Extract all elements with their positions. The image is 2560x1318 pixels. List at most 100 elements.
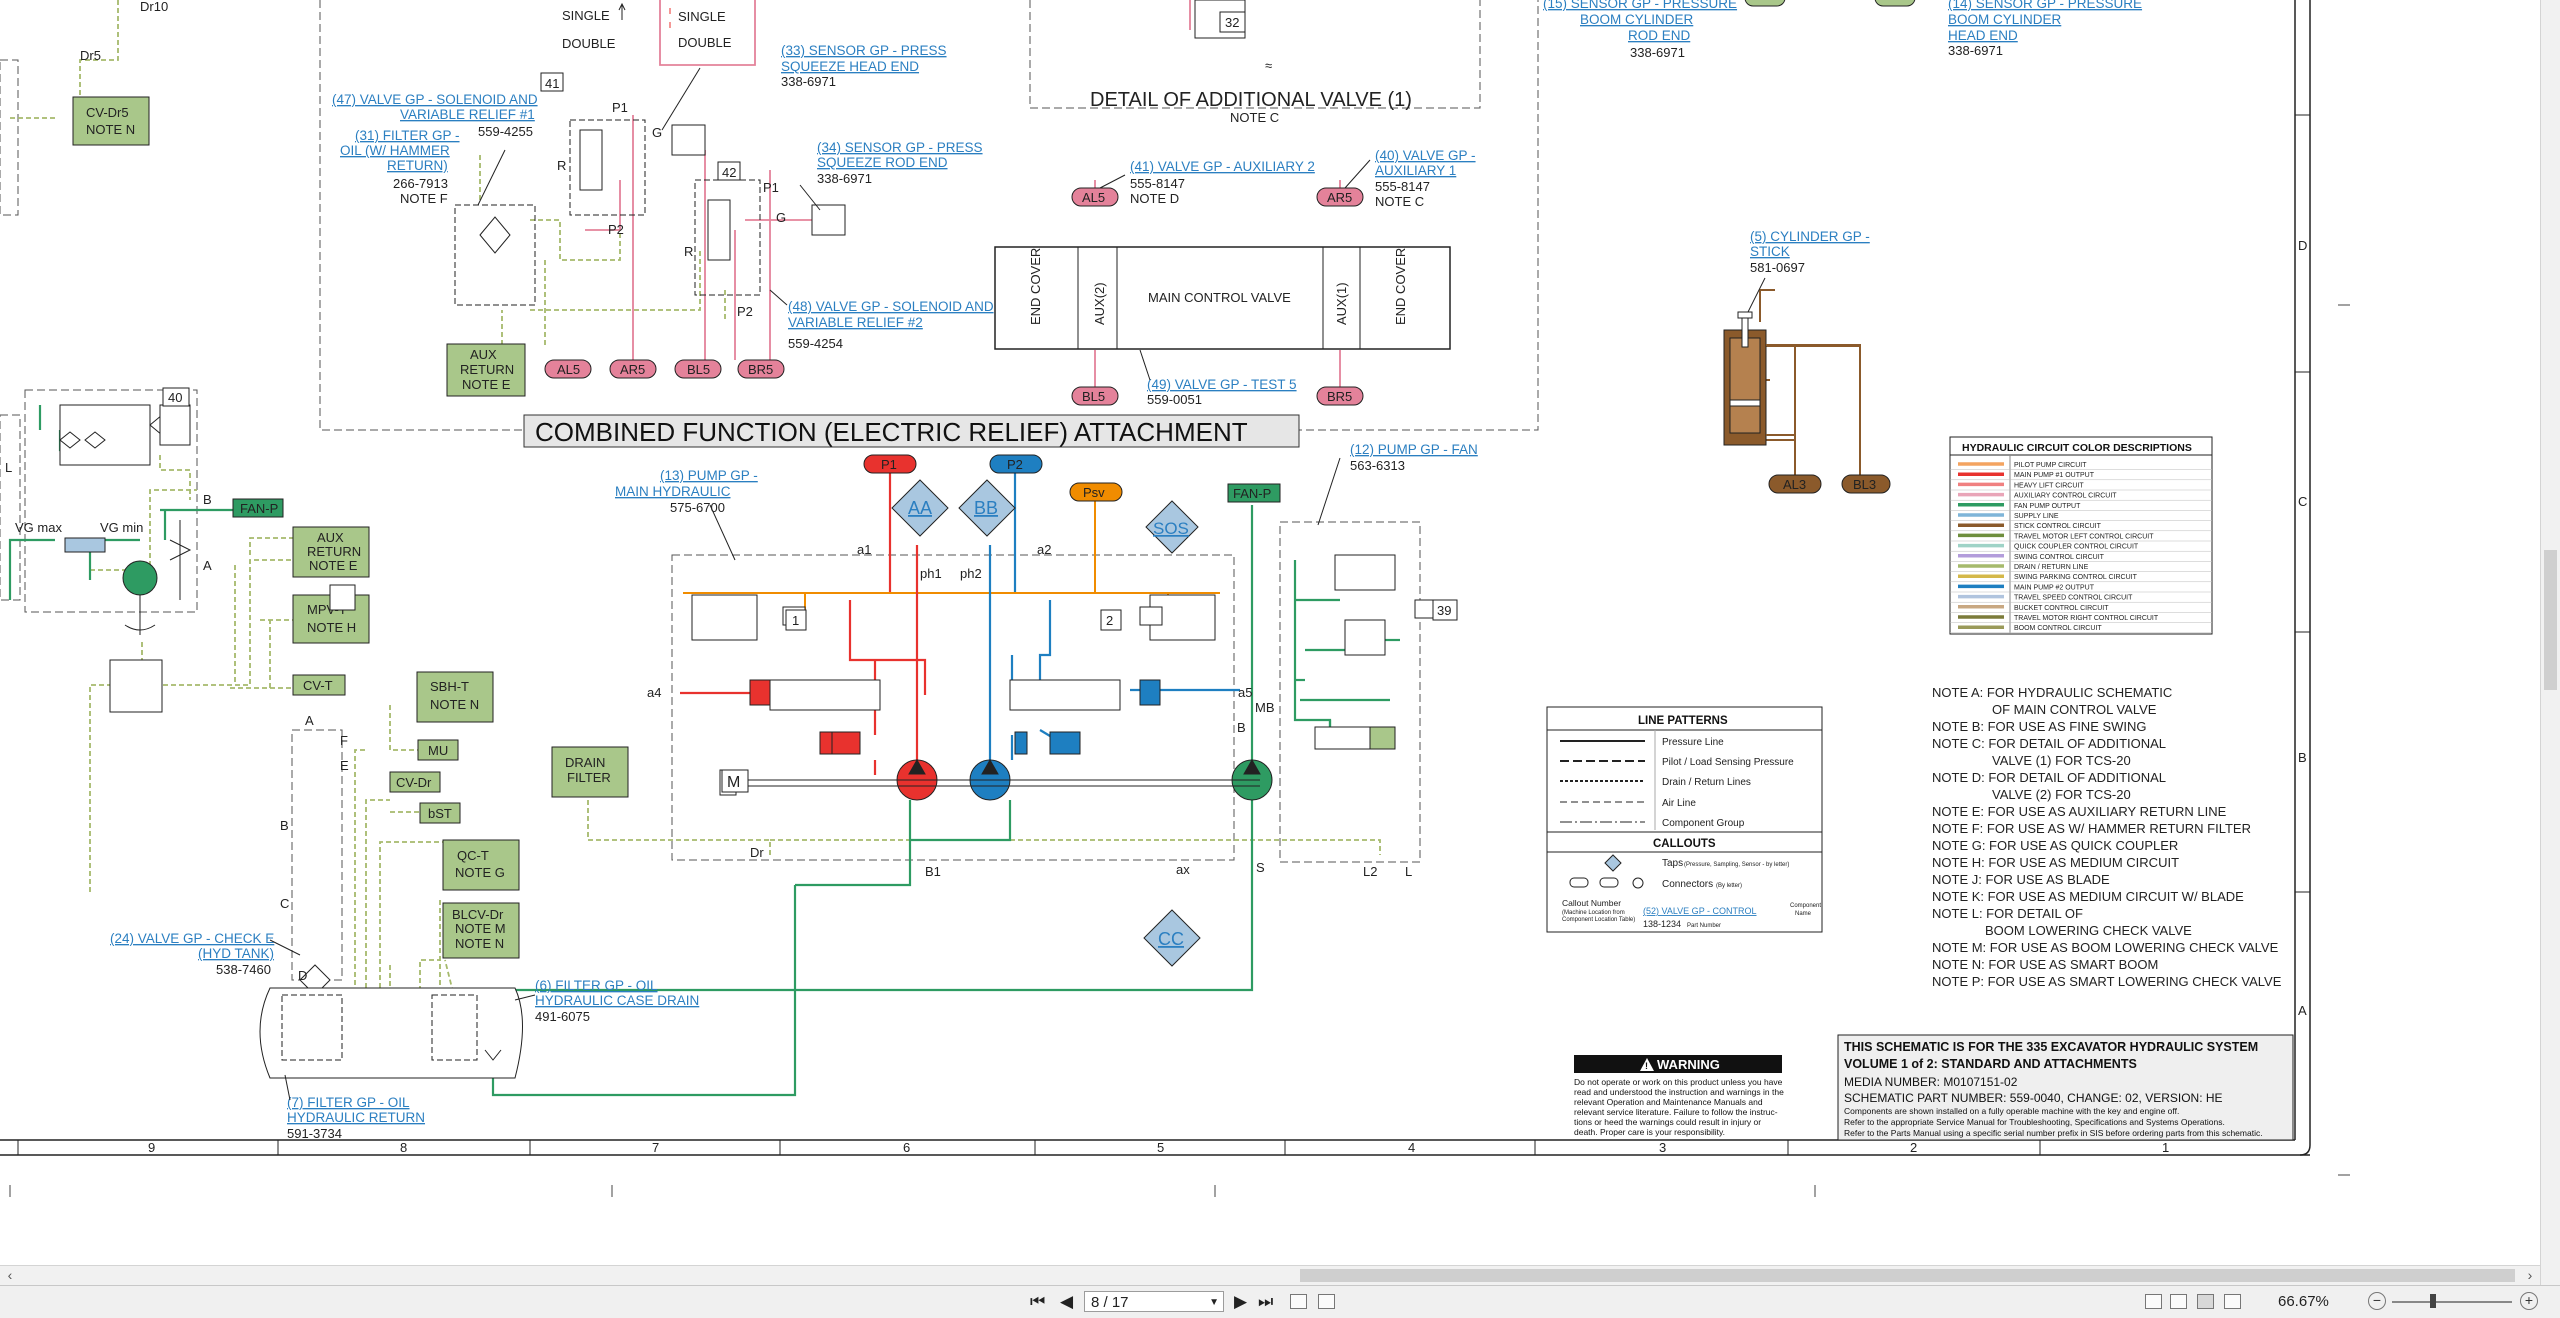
- svg-text:SQUEEZE HEAD END[interactable]: SQUEEZE HEAD END: [781, 59, 919, 74]
- svg-text:BOOM CYLINDER[interactable]: BOOM CYLINDER: [1580, 12, 1694, 27]
- callout-24[interactable]: (24) VALVE GP - CHECK E: [110, 931, 274, 946]
- svg-text:RETURN)[interactable]: RETURN): [387, 158, 448, 173]
- color-legend-label: MAIN PUMP #1 OUTPUT: [2014, 472, 2095, 479]
- svg-text:B: B: [280, 818, 289, 833]
- svg-text:538-7460: 538-7460: [216, 962, 271, 977]
- zoom-slider[interactable]: [2392, 1301, 2512, 1303]
- vertical-scroll-thumb[interactable]: [2544, 550, 2557, 690]
- svg-text:Components are shown installed: Components are shown installed on a full…: [1844, 1106, 2179, 1116]
- horizontal-scrollbar[interactable]: ‹ ›: [0, 1265, 2540, 1286]
- svg-text:VARIABLE RELIEF #2[interactable]: VARIABLE RELIEF #2: [788, 315, 923, 330]
- continuous-view-icon[interactable]: [2170, 1294, 2187, 1309]
- svg-text:C: C: [280, 896, 289, 911]
- component-group-frames: [0, 0, 1539, 981]
- svg-text:HYDRAULIC RETURN[interactable]: HYDRAULIC RETURN: [287, 1110, 425, 1125]
- end-cover-right: END COVER: [1393, 248, 1408, 325]
- grid-col-label: 6: [903, 1140, 910, 1155]
- grid-col-label: 1: [2162, 1140, 2169, 1155]
- svg-text:AUXILIARY 1[interactable]: AUXILIARY 1: [1375, 163, 1456, 178]
- svg-text:NOTE N: NOTE N: [455, 936, 504, 951]
- svg-text:555-8147: 555-8147: [1375, 179, 1430, 194]
- warning-title: WARNING: [1657, 1057, 1720, 1072]
- box-cv-t: CV-T: [303, 678, 333, 693]
- zoom-out-icon[interactable]: −: [2368, 1292, 2386, 1310]
- svg-text:Connectors: Connectors: [1662, 879, 1713, 890]
- single-page-view-icon[interactable]: [2145, 1294, 2162, 1309]
- svg-text:NOTE A: FOR HYDRAULIC SCHEMATI: NOTE A: FOR HYDRAULIC SCHEMATIC: [1932, 685, 2172, 700]
- svg-text:OIL (W/ HAMMER[interactable]: OIL (W/ HAMMER: [340, 143, 450, 158]
- rotate-view-icon[interactable]: [1290, 1294, 1307, 1309]
- next-page-icon[interactable]: ▶: [1234, 1292, 1247, 1312]
- callout-14[interactable]: (14) SENSOR GP - PRESSURE: [1948, 0, 2142, 11]
- horizontal-scroll-thumb[interactable]: [1300, 1269, 2515, 1282]
- callout-48[interactable]: (48) VALVE GP - SOLENOID AND: [788, 299, 994, 314]
- svg-text:VARIABLE RELIEF #1[interactable]: VARIABLE RELIEF #1: [400, 107, 535, 122]
- svg-text:RETURN: RETURN: [307, 544, 361, 559]
- svg-text:relevant service literature. F: relevant service literature. Failure to …: [1574, 1107, 1778, 1117]
- callout-6[interactable]: (6) FILTER GP - OIL: [535, 978, 658, 993]
- svg-text:HYDRAULIC CASE DRAIN[interactable]: HYDRAULIC CASE DRAIN: [535, 993, 699, 1008]
- callout-34[interactable]: (34) SENSOR GP - PRESS: [817, 140, 983, 155]
- facing-pages-view-icon[interactable]: [2197, 1294, 2214, 1309]
- svg-text:Component Group: Component Group: [1662, 818, 1745, 829]
- svg-text:STICK[interactable]: STICK: [1750, 244, 1790, 259]
- svg-text:MAIN HYDRAULIC[interactable]: MAIN HYDRAULIC: [615, 484, 731, 499]
- svg-text:LINE PATTERNS: LINE PATTERNS: [1638, 715, 1728, 727]
- component-number-1: 1: [792, 613, 799, 628]
- svg-text:OF MAIN CONTROL VALVE: OF MAIN CONTROL VALVE: [1992, 702, 2157, 717]
- port-br5: BR5: [1327, 389, 1352, 404]
- svg-text:NOTE L: FOR DETAIL OF: NOTE L: FOR DETAIL OF: [1932, 906, 2083, 921]
- callout-47[interactable]: (47) VALVE GP - SOLENOID AND: [332, 92, 538, 107]
- svg-text:(HYD TANK)[interactable]: (HYD TANK): [198, 946, 274, 961]
- detail-title: DETAIL OF ADDITIONAL VALVE (1): [1090, 89, 1412, 111]
- color-legend-label: SUPPLY LINE: [2014, 513, 2059, 520]
- box-mu: MU: [428, 743, 448, 758]
- grid-col-label: 4: [1408, 1140, 1415, 1155]
- callout-49[interactable]: (49) VALVE GP - TEST 5: [1147, 377, 1297, 392]
- svg-text:SQUEEZE ROD END[interactable]: SQUEEZE ROD END: [817, 155, 948, 170]
- hydraulic-tank: [259, 987, 523, 1079]
- previous-page-icon[interactable]: ◀: [1060, 1292, 1073, 1312]
- last-page-icon[interactable]: ⏭: [1258, 1292, 1273, 1312]
- first-page-icon[interactable]: ⏮: [1030, 1292, 1045, 1312]
- box-aux-return-2: AUX: [317, 530, 344, 545]
- zoom-slider-thumb[interactable]: [2430, 1294, 2436, 1308]
- callout-5[interactable]: (5) CYLINDER GP -: [1750, 229, 1870, 244]
- callout-15[interactable]: (15) SENSOR GP - PRESSURE: [1543, 0, 1737, 11]
- svg-text:NOTE H: NOTE H: [307, 620, 356, 635]
- svg-text:Do not operate or work on this: Do not operate or work on this product u…: [1574, 1077, 1783, 1087]
- callout-31[interactable]: (31) FILTER GP -: [355, 128, 460, 143]
- grid-col-label: 9: [148, 1140, 155, 1155]
- grid-col-label: 3: [1659, 1140, 1666, 1155]
- svg-text:S: S: [1256, 860, 1265, 875]
- callout-41[interactable]: (41) VALVE GP - AUXILIARY 2: [1130, 159, 1315, 174]
- copy-view-icon[interactable]: [1318, 1294, 1335, 1309]
- svg-text:FILTER: FILTER: [567, 770, 611, 785]
- callout-40[interactable]: (40) VALVE GP -: [1375, 148, 1476, 163]
- svg-text:G: G: [776, 210, 786, 225]
- svg-text:a1: a1: [857, 542, 871, 557]
- scroll-right-icon[interactable]: ›: [2520, 1267, 2540, 1283]
- color-legend-label: FAN PUMP OUTPUT: [2014, 503, 2081, 510]
- callout-33[interactable]: (33) SENSOR GP - PRESS: [781, 43, 947, 58]
- svg-text:Component Location Table): Component Location Table): [1562, 917, 1635, 923]
- color-legend: HYDRAULIC CIRCUIT COLOR DESCRIPTIONS PIL…: [1949, 436, 2213, 635]
- motor-label: M: [727, 774, 740, 791]
- svg-text:B: B: [203, 492, 212, 507]
- zoom-level[interactable]: 66.67%: [2278, 1293, 2329, 1310]
- scroll-left-icon[interactable]: ‹: [0, 1267, 20, 1283]
- callout-7[interactable]: (7) FILTER GP - OIL: [287, 1095, 410, 1110]
- callout-13[interactable]: (13) PUMP GP -: [660, 468, 758, 483]
- svg-text:HEAD END[interactable]: HEAD END: [1948, 28, 2018, 43]
- svg-text:≈: ≈: [1265, 58, 1272, 73]
- cover-pages-view-icon[interactable]: [2224, 1294, 2241, 1309]
- callout-12[interactable]: (12) PUMP GP - FAN: [1350, 442, 1478, 457]
- svg-text:VOLUME 1 of 2: STANDARD AND AT: VOLUME 1 of 2: STANDARD AND ATTACHMENTS: [1844, 1057, 2137, 1071]
- svg-text:ROD END[interactable]: ROD END: [1628, 28, 1691, 43]
- page-number-select[interactable]: 8 / 17 ▼: [1084, 1291, 1224, 1312]
- svg-text:BOOM CYLINDER[interactable]: BOOM CYLINDER: [1948, 12, 2062, 27]
- vertical-scrollbar[interactable]: [2540, 0, 2560, 1285]
- stick-cylinder: [1723, 311, 1861, 480]
- zoom-in-icon[interactable]: +: [2520, 1292, 2538, 1310]
- port-ar5: AR5: [620, 362, 645, 377]
